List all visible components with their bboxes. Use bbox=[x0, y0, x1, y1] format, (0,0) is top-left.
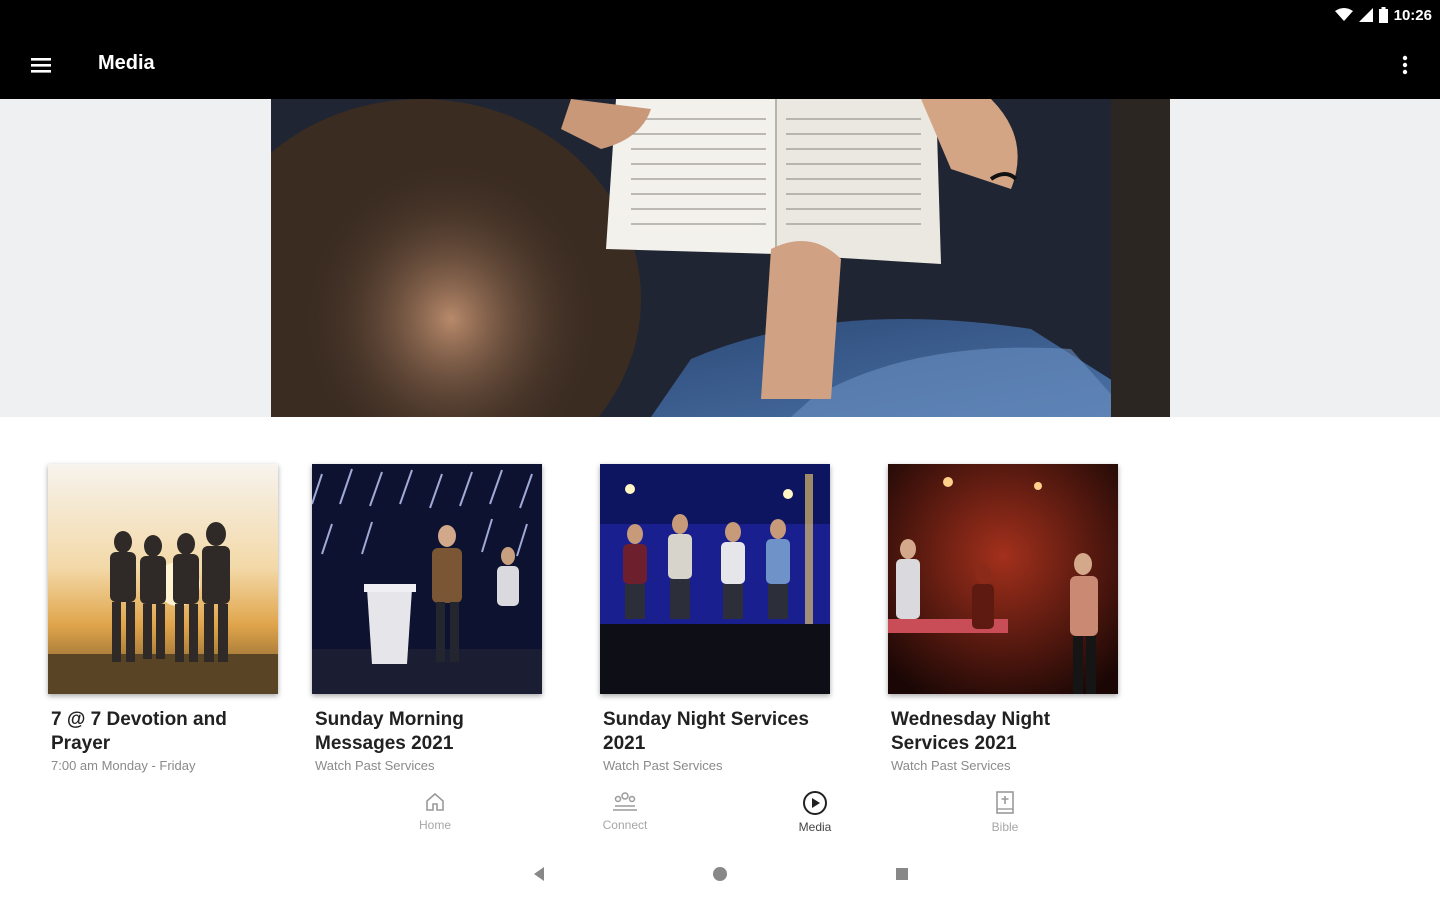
card-title: Sunday Night Services 2021 bbox=[603, 709, 809, 754]
card-title: Sunday Morning Messages 2021 bbox=[315, 709, 464, 754]
card-title: Wednesday Night Services 2021 bbox=[891, 709, 1051, 754]
app-bar: Media bbox=[0, 30, 1440, 99]
nav-label: Bible bbox=[991, 820, 1019, 834]
system-back-button[interactable] bbox=[527, 862, 551, 886]
status-icons: 10:26 bbox=[1334, 5, 1432, 25]
nav-bible[interactable]: Bible bbox=[960, 790, 1050, 842]
worship-band-photo bbox=[888, 464, 1118, 694]
status-time: 10:26 bbox=[1393, 6, 1432, 24]
bible-icon bbox=[996, 791, 1014, 814]
card-subtitle: Watch Past Services bbox=[891, 758, 1011, 773]
system-recents-button[interactable] bbox=[890, 862, 914, 886]
wifi-icon bbox=[1334, 8, 1353, 21]
nav-label: Media bbox=[798, 820, 832, 834]
recents-square-icon bbox=[896, 868, 908, 880]
cell-signal-icon bbox=[1358, 8, 1373, 22]
media-card-devotion[interactable]: 7 @ 7 Devotion and Prayer 7:00 am Monday… bbox=[48, 464, 278, 773]
card-subtitle: 7:00 am Monday - Friday bbox=[51, 758, 196, 773]
back-triangle-icon bbox=[534, 867, 544, 881]
play-circle-icon bbox=[803, 791, 827, 815]
nav-label: Home bbox=[418, 818, 451, 832]
status-bar: 10:26 bbox=[0, 0, 1440, 30]
card-thumbnail bbox=[48, 464, 278, 694]
open-bible-photo bbox=[271, 99, 1170, 417]
hero-band bbox=[0, 99, 1440, 417]
people-icon bbox=[613, 792, 637, 811]
sunset-friends-photo bbox=[48, 464, 278, 694]
hero-image[interactable] bbox=[271, 99, 1170, 417]
home-circle-icon bbox=[713, 867, 727, 881]
nav-home[interactable]: Home bbox=[390, 790, 480, 842]
home-icon bbox=[426, 792, 444, 811]
nav-media[interactable]: Media bbox=[770, 790, 860, 842]
media-card-wednesday-night[interactable]: Wednesday Night Services 2021 Watch Past… bbox=[888, 464, 1118, 773]
media-grid: 7 @ 7 Devotion and Prayer 7:00 am Monday… bbox=[0, 464, 1440, 779]
bottom-navigation: Home Connect Media Bible bbox=[0, 782, 1440, 842]
nav-label: Connect bbox=[602, 818, 648, 832]
media-card-sunday-night[interactable]: Sunday Night Services 2021 Watch Past Se… bbox=[600, 464, 830, 773]
panel-stage-photo bbox=[600, 464, 830, 694]
battery-icon bbox=[1378, 7, 1388, 23]
card-subtitle: Watch Past Services bbox=[603, 758, 723, 773]
card-title: 7 @ 7 Devotion and Prayer bbox=[51, 709, 227, 754]
system-navigation-bar bbox=[0, 842, 1440, 900]
system-home-button[interactable] bbox=[708, 862, 732, 886]
menu-button[interactable] bbox=[26, 50, 56, 80]
media-card-sunday-morning[interactable]: Sunday Morning Messages 2021 Watch Past … bbox=[312, 464, 542, 773]
preacher-stage-photo bbox=[312, 464, 542, 694]
nav-connect[interactable]: Connect bbox=[580, 790, 670, 842]
more-vert-icon bbox=[1402, 55, 1408, 75]
menu-icon bbox=[31, 58, 51, 73]
card-thumbnail bbox=[888, 464, 1118, 694]
card-subtitle: Watch Past Services bbox=[315, 758, 435, 773]
page-title: Media bbox=[98, 52, 155, 74]
overflow-menu-button[interactable] bbox=[1390, 50, 1420, 80]
card-thumbnail bbox=[312, 464, 542, 694]
card-thumbnail bbox=[600, 464, 830, 694]
